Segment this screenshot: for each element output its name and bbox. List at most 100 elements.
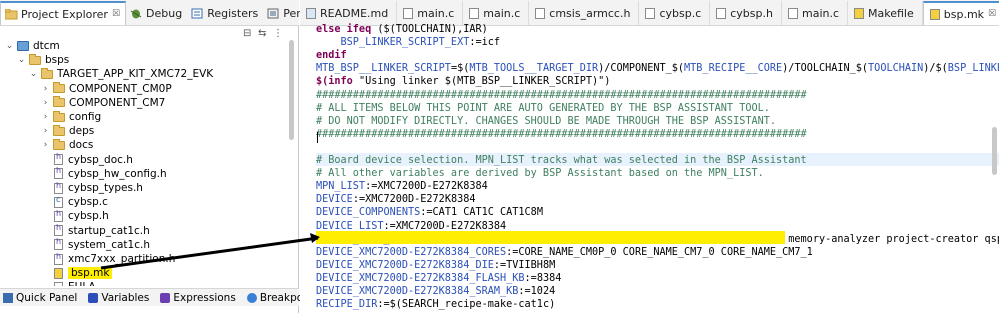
code-line: DEVICE:=XMC7200D-E272K8384 xyxy=(316,193,475,206)
tree-item[interactable]: ⌄ bsps xyxy=(17,53,69,67)
tree-item[interactable]: cybsp.c xyxy=(41,195,108,209)
code-text: :=1024 xyxy=(518,286,556,297)
code-text: :=XMC7200D-E272K8384 xyxy=(352,194,476,206)
code-comment: ########################################… xyxy=(316,128,807,140)
code-variable: BSP_LINKER_CORE xyxy=(947,63,999,75)
makefile-icon xyxy=(54,267,63,279)
tab-label: Project Explorer xyxy=(21,7,108,21)
tree-item[interactable]: ⌄ dtcm xyxy=(5,39,60,53)
folder-icon xyxy=(29,53,41,65)
tree-item[interactable]: EULA xyxy=(41,280,96,286)
code-variable: DEVICE_XMC7200D-E272K8384_DIE xyxy=(316,259,494,271)
code-variable: DEVICE xyxy=(316,194,353,206)
chevron-right-icon[interactable]: › xyxy=(41,140,50,150)
code-line: # DO NOT MODIFY DIRECTLY. CHANGES SHOULD… xyxy=(316,115,776,128)
code-line: DEVICE_XMC7200D-E272K8384_SRAM_KB:=1024 xyxy=(316,285,555,298)
code-text: :=CAT1 CAT1C CAT1C8M xyxy=(420,207,543,219)
tree-item[interactable]: › COMPONENT_CM7 xyxy=(41,96,165,110)
chevron-down-icon[interactable]: ⌄ xyxy=(5,41,14,51)
file-icon xyxy=(54,281,63,286)
text-caret xyxy=(317,132,318,143)
editor-tab-label: README.md xyxy=(320,6,389,20)
chevron-right-icon[interactable]: › xyxy=(41,126,50,136)
tree-item[interactable]: cybsp_types.h xyxy=(41,181,143,195)
tree-item[interactable]: › docs xyxy=(41,138,93,152)
tab-label: Debug xyxy=(146,6,183,20)
code-line: else ifeq ($(TOOLCHAIN),IAR) xyxy=(316,23,488,36)
code-line: ########################################… xyxy=(316,89,807,102)
tab-registers[interactable]: Registers xyxy=(187,1,263,25)
tree-item[interactable]: startup_cat1c.h xyxy=(41,223,150,238)
peripherals-icon xyxy=(267,8,280,19)
tree-item-label: cybsp_doc.h xyxy=(68,153,133,166)
tree-item-label: cybsp.h xyxy=(68,210,109,223)
project-explorer-icon xyxy=(4,8,18,20)
h-file-icon xyxy=(54,181,63,194)
tree-item[interactable]: system_cat1c.h xyxy=(41,237,150,252)
code-variable: RECIPE_DIR xyxy=(316,299,378,311)
code-variable: BSP_LINKER_SCRIPT_EXT xyxy=(316,37,470,49)
code-text: "Using linker $(MTB_BSP__LINKER_SCRIPT)"… xyxy=(358,76,611,88)
h-file-icon xyxy=(54,166,63,180)
breakpoints-icon xyxy=(246,292,257,303)
tree-item-label: deps xyxy=(69,125,95,138)
folder-icon xyxy=(53,138,65,150)
code-line: RECIPE_DIR:=$(SEARCH_recipe-make-cat1c) xyxy=(316,298,555,311)
code-line: DEVICE_XMC7200D-E272K8384_CORES:=CORE_NA… xyxy=(316,246,813,259)
chevron-down-icon[interactable]: ⌄ xyxy=(17,55,26,65)
left-tab-bar: Project Explorer ☒ Debug Registers Perip… xyxy=(0,0,345,26)
code-variable: DEVICE_XMC7200D-E272K8384_CORES xyxy=(316,246,507,258)
tree-item[interactable]: cybsp_doc.h xyxy=(41,152,133,167)
tree-scrollbar[interactable] xyxy=(289,40,294,140)
tab-quick-panel[interactable]: Quick Panel xyxy=(0,292,77,304)
code-line: $(info "Using linker $(MTB_BSP__LINKER_S… xyxy=(316,75,610,88)
tab-label: Expressions xyxy=(173,291,236,304)
code-line: DEVICE_XMC7200D-E272K8384_DIE:=TVIIBH8M xyxy=(316,259,555,272)
tree-item[interactable]: ⌄ TARGET_APP_KIT_XMC72_EVK xyxy=(29,67,213,81)
tree-item-label: startup_cat1c.h xyxy=(68,224,150,237)
tree-item[interactable]: xmc7xxx_partition.h xyxy=(41,252,175,266)
code-variable: DEVICE_XMC7200D-E272K8384_SRAM_KB xyxy=(316,286,519,297)
tree-item[interactable]: cybsp.h xyxy=(41,209,109,223)
tree-item-label: COMPONENT_CM0P xyxy=(69,82,172,95)
code-line: DEVICE_XMC7200D-E272K8384_FLASH_KB:=8384 xyxy=(316,272,561,285)
chevron-right-icon[interactable]: › xyxy=(41,98,50,108)
close-icon[interactable]: ☒ xyxy=(988,9,996,19)
code-comment: # DO NOT MODIFY DIRECTLY. CHANGES SHOULD… xyxy=(316,115,777,127)
code-editor[interactable]: else ifeq ($(TOOLCHAIN),IAR) BSP_LINKER_… xyxy=(316,22,999,313)
code-text: )/TOOLCHAIN_$( xyxy=(782,63,869,75)
tree-item[interactable]: › config xyxy=(41,110,101,124)
code-text: :=CORE_NAME_CM0P_0 CORE_NAME_CM7_0 CORE_… xyxy=(506,246,813,258)
code-variable: TOOLCHAIN xyxy=(868,63,924,75)
close-icon[interactable]: ☒ xyxy=(112,9,120,19)
chevron-down-icon[interactable]: ⌄ xyxy=(29,69,38,79)
tree-item[interactable]: › COMPONENT_CM0P xyxy=(41,82,172,96)
code-comment: # Board device selection. MPN_LIST track… xyxy=(316,155,807,166)
code-variable: MTB_TOOLS__TARGET_DIR xyxy=(469,63,599,75)
tab-label: Variables xyxy=(101,291,150,304)
editor-scrollbar[interactable] xyxy=(992,127,997,175)
bottom-tab-bar: Quick Panel Variables Expressions Breakp… xyxy=(0,288,322,306)
chevron-right-icon[interactable]: › xyxy=(41,112,50,122)
code-text: :=icf xyxy=(469,37,501,49)
code-line: endif xyxy=(316,49,347,62)
tree-item-label: bsps xyxy=(45,54,70,67)
editor-area: README.md main.c main.c cmsis_armcc.h cybsp.… xyxy=(300,0,999,313)
tab-debug[interactable]: Debug xyxy=(126,1,187,25)
code-variable: MTB_BSP__LINKER_SCRIPT xyxy=(316,63,451,75)
editor-tab-label: cmsis_armcc.h xyxy=(549,6,631,20)
tree-item-label: EULA xyxy=(68,281,96,286)
code-variable: DEVICE_XMC7200D-E272K8384_FLASH_KB xyxy=(316,272,525,284)
tree-item[interactable]: › deps xyxy=(41,124,94,138)
c-file-icon xyxy=(54,195,63,208)
h-file-icon xyxy=(716,7,727,19)
tab-project-explorer[interactable]: Project Explorer ☒ xyxy=(0,1,127,25)
code-variable: DEVICE_LIST xyxy=(316,220,384,232)
tree-item[interactable]: cybsp_hw_config.h xyxy=(41,166,167,181)
tab-expressions[interactable]: Expressions xyxy=(157,291,236,304)
code-line: ########################################… xyxy=(316,128,807,141)
chevron-right-icon[interactable]: › xyxy=(41,84,50,94)
tab-variables[interactable]: Variables xyxy=(85,292,149,304)
c-file-icon xyxy=(469,7,480,19)
tree-item[interactable]: bsp.mk xyxy=(41,266,113,280)
